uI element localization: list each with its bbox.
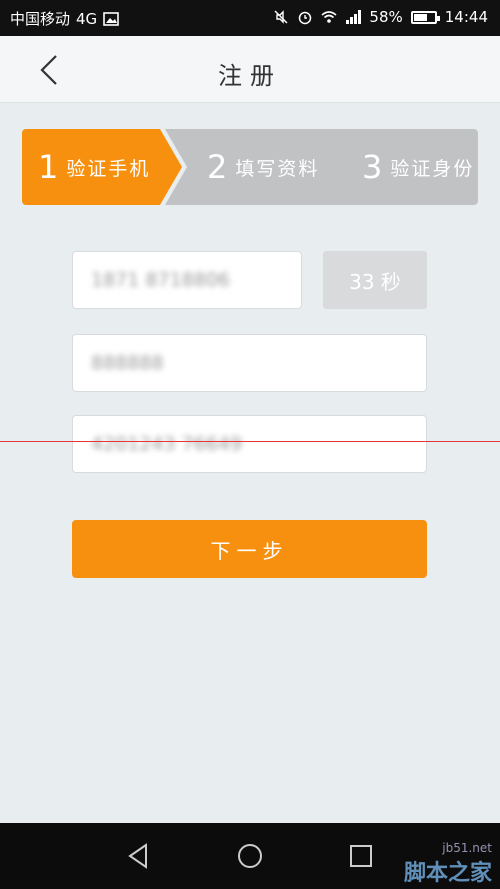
step-verify-phone: 1 验证手机 — [22, 129, 182, 205]
step-fill-info: 2 填写资料 — [165, 129, 347, 205]
page-title: 注册 — [218, 62, 282, 90]
resend-countdown-button[interactable]: 33 秒 — [323, 251, 427, 309]
carrier-label: 中国移动 — [10, 10, 71, 28]
code-value: 888888 — [91, 352, 164, 374]
next-step-button[interactable]: 下一步 — [72, 520, 427, 578]
phone-value: 1871 8718806 — [91, 269, 231, 291]
step-indicator: 1 验证手机 2 填写资料 3 验证身份 — [22, 129, 478, 205]
watermark: jb51.net 脚本之家 — [404, 841, 492, 887]
step-number: 1 — [38, 148, 59, 186]
alarm-icon — [299, 11, 312, 25]
nav-bar: 注册 — [0, 36, 500, 103]
step-number: 3 — [362, 148, 383, 186]
system-nav-bar: jb51.net 脚本之家 — [0, 823, 500, 889]
wifi-icon — [321, 11, 337, 23]
phone-input[interactable]: 1871 8718806 — [72, 251, 302, 309]
status-bar: 中国移动 4G 58% 14:44 — [0, 0, 500, 36]
battery-percent: 58% — [369, 8, 403, 26]
watermark-site: jb51.net — [442, 841, 492, 855]
step-label: 验证手机 — [66, 157, 151, 180]
divider-line — [0, 441, 500, 442]
step-number: 2 — [207, 148, 228, 186]
recents-square-icon[interactable] — [344, 839, 378, 873]
step-verify-identity: 3 验证身份 — [320, 129, 478, 205]
clock: 14:44 — [444, 8, 488, 26]
battery-icon — [410, 10, 440, 24]
network-label: 4G — [76, 9, 98, 28]
id-input[interactable]: 4201243 76649 — [72, 415, 427, 473]
step-label: 验证身份 — [390, 157, 475, 180]
mute-icon — [274, 10, 288, 24]
verification-code-input[interactable]: 888888 — [72, 334, 427, 392]
id-value: 4201243 76649 — [91, 433, 243, 455]
image-icon — [103, 11, 119, 26]
home-circle-icon[interactable] — [233, 839, 267, 873]
back-triangle-icon[interactable] — [122, 839, 156, 873]
watermark-text: 脚本之家 — [403, 861, 492, 886]
signal-icon — [346, 10, 362, 24]
step-label: 填写资料 — [235, 157, 320, 180]
